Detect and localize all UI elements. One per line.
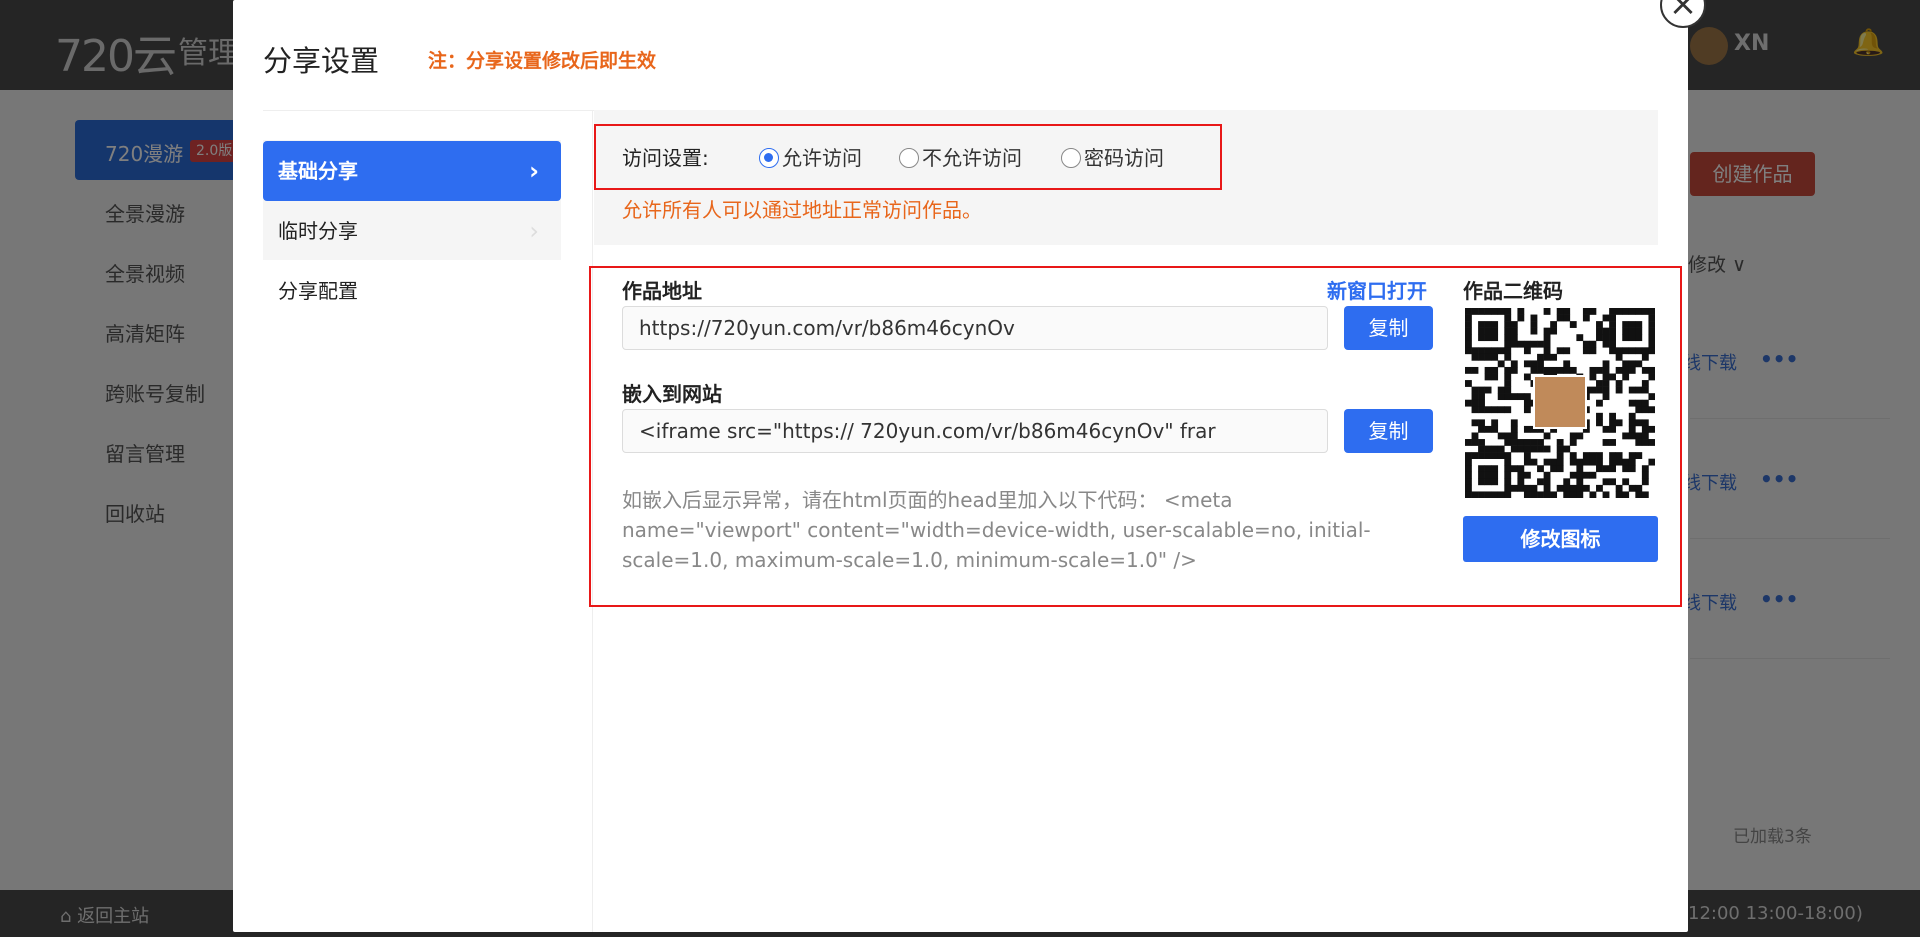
radio-icon [1061,148,1081,168]
embed-code-field[interactable]: <iframe src="https:// 720yun.com/vr/b86m… [622,409,1328,453]
copy-embed-button[interactable]: 复制 [1344,409,1433,453]
change-icon-button[interactable]: 修改图标 [1463,516,1658,562]
radio-label: 密码访问 [1084,146,1164,170]
radio-deny[interactable]: 不允许访问 [899,142,1022,171]
tab-label: 基础分享 [278,159,358,183]
qr-label: 作品二维码 [1463,279,1563,303]
link-label: 作品地址 [622,279,702,303]
tab-basic-share[interactable]: 基础分享 › [263,141,561,201]
copy-url-button[interactable]: 复制 [1344,306,1433,350]
tab-share-config[interactable]: 分享配置 [263,261,561,321]
radio-icon [759,148,779,168]
radio-label: 不允许访问 [922,146,1022,170]
tab-temp-share[interactable]: 临时分享 › [263,201,561,261]
access-description: 允许所有人可以通过地址正常访问作品。 [622,198,982,222]
tab-label: 临时分享 [278,219,358,243]
url-field[interactable]: https://720yun.com/vr/b86m46cynOv [622,306,1328,350]
radio-icon [899,148,919,168]
radio-label: 允许访问 [782,146,862,170]
chevron-right-icon: › [529,217,539,245]
tab-label: 分享配置 [278,279,358,303]
access-label: 访问设置: [622,146,709,170]
embed-label: 嵌入到网站 [622,382,722,406]
embed-tip: 如嵌入后显示异常，请在html页面的head里加入以下代码： <meta nam… [622,488,1371,572]
chevron-right-icon: › [529,157,539,185]
open-new-window-link[interactable]: 新窗口打开 [1327,275,1427,304]
radio-allow[interactable]: 允许访问 [759,142,862,171]
modal-title: 分享设置 [263,44,380,78]
qr-avatar-image [1533,375,1587,429]
modal-note: 注：分享设置修改后即生效 [428,50,657,72]
radio-password[interactable]: 密码访问 [1061,142,1164,171]
